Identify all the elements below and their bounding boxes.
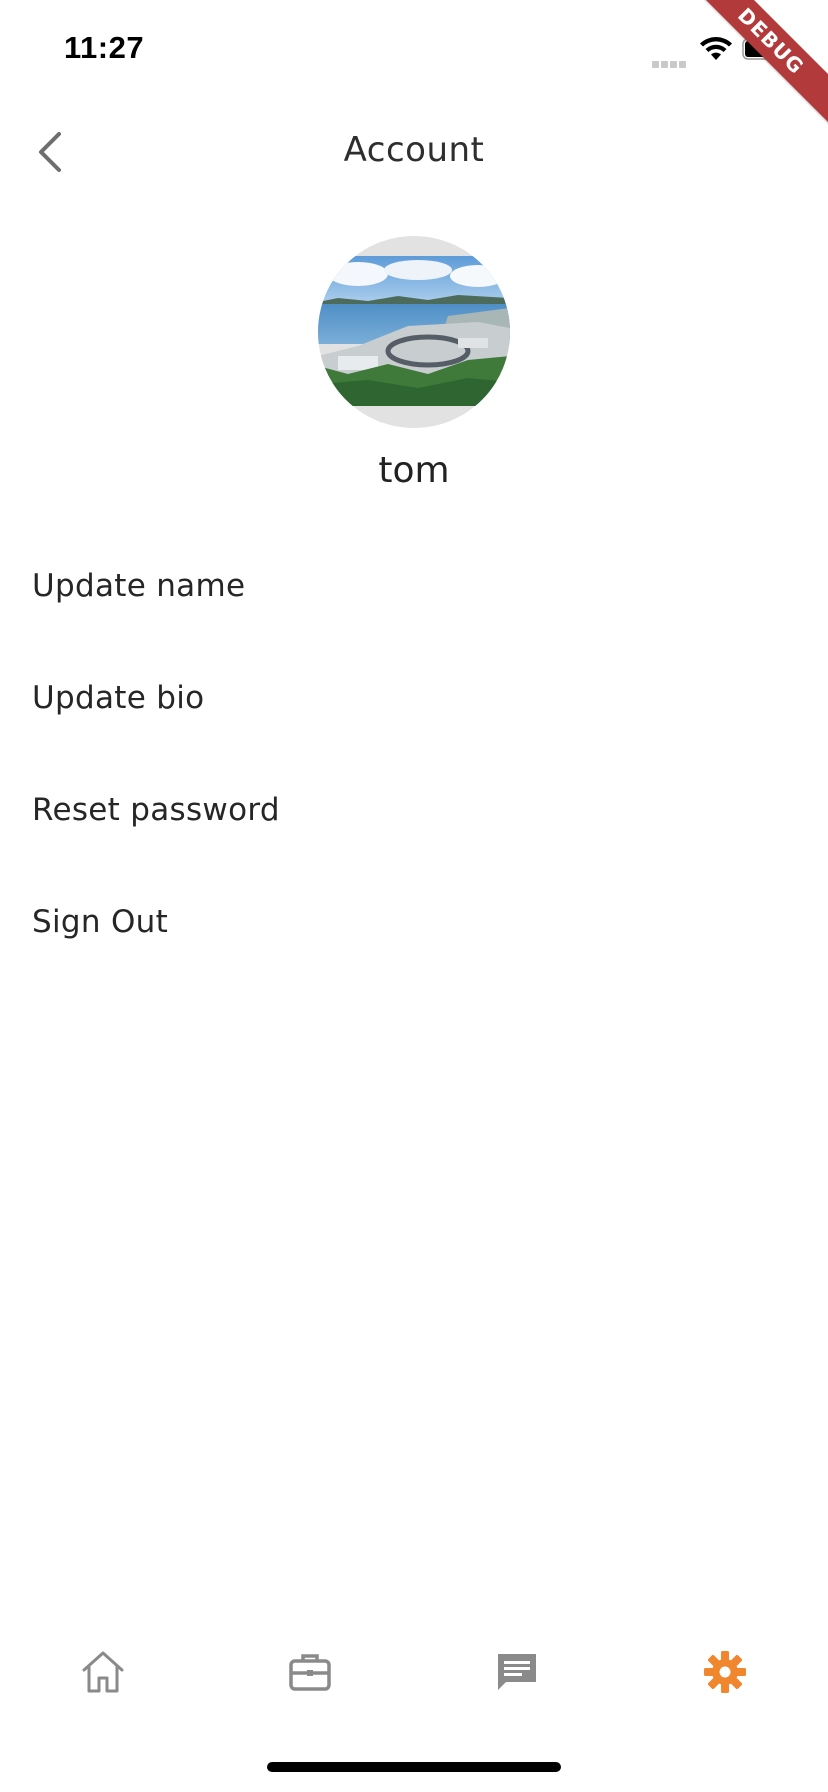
status-time: 11:27 bbox=[64, 30, 145, 65]
bottom-navigation bbox=[0, 1630, 828, 1710]
nav-messages[interactable] bbox=[487, 1642, 547, 1702]
home-icon bbox=[82, 1651, 124, 1693]
nav-home[interactable] bbox=[73, 1642, 133, 1702]
nav-settings[interactable] bbox=[695, 1642, 755, 1702]
avatar[interactable] bbox=[318, 236, 510, 428]
page-title: Account bbox=[343, 130, 485, 170]
landscape-photo bbox=[318, 256, 510, 406]
account-screen: 11:27 DEBUG Account tom Update name Upda… bbox=[0, 0, 828, 1792]
reset-password-item[interactable]: Reset password bbox=[0, 754, 828, 866]
sign-out-item[interactable]: Sign Out bbox=[0, 866, 828, 978]
cellular-signal-icon bbox=[652, 53, 692, 68]
gear-icon bbox=[704, 1651, 746, 1693]
account-menu: Update name Update bio Reset password Si… bbox=[0, 530, 828, 978]
update-bio-item[interactable]: Update bio bbox=[0, 642, 828, 754]
chat-icon bbox=[498, 1654, 536, 1690]
briefcase-icon bbox=[289, 1654, 331, 1691]
username: tom bbox=[378, 450, 450, 491]
wifi-icon bbox=[700, 37, 732, 60]
nav-jobs[interactable] bbox=[280, 1642, 340, 1702]
app-bar: Account bbox=[0, 100, 828, 204]
home-indicator bbox=[267, 1762, 561, 1772]
status-bar: 11:27 bbox=[0, 0, 828, 90]
update-name-item[interactable]: Update name bbox=[0, 530, 828, 642]
